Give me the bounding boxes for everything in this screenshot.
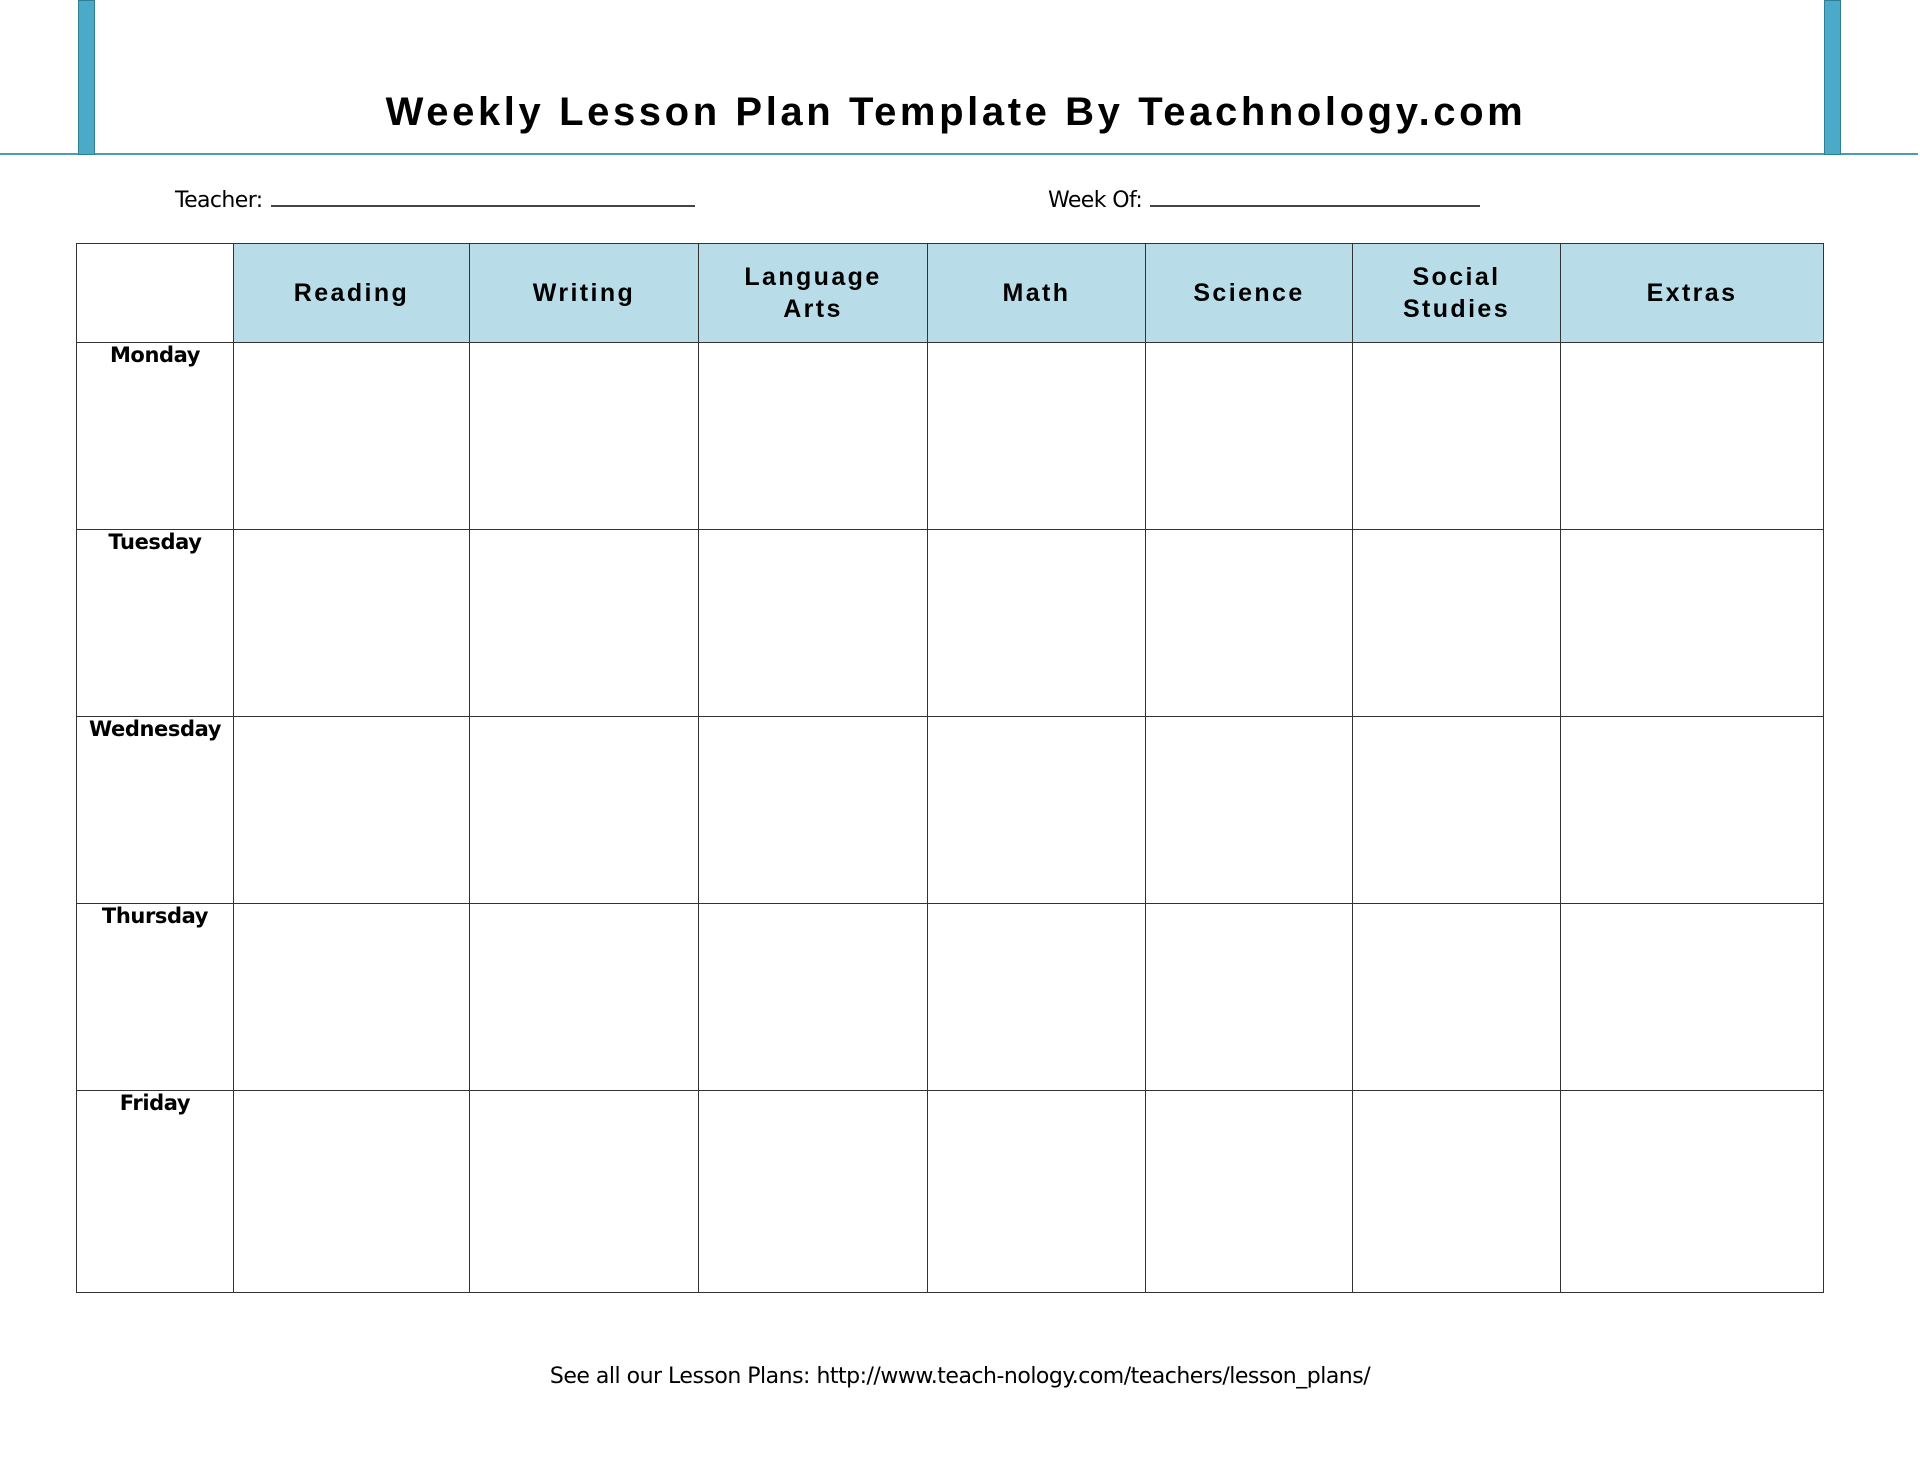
- lesson-cell[interactable]: [1560, 903, 1824, 1091]
- lesson-cell[interactable]: [233, 716, 470, 904]
- lesson-cell[interactable]: [1352, 716, 1561, 904]
- lesson-cell[interactable]: [698, 903, 928, 1091]
- lesson-cell[interactable]: [698, 1090, 928, 1293]
- lesson-cell[interactable]: [1352, 903, 1561, 1091]
- lesson-cell[interactable]: [469, 903, 699, 1091]
- day-label: Wednesday: [76, 716, 234, 904]
- lesson-cell[interactable]: [233, 529, 470, 717]
- lesson-cell[interactable]: [1352, 342, 1561, 530]
- lesson-cell[interactable]: [469, 529, 699, 717]
- lesson-cell[interactable]: [698, 716, 928, 904]
- lesson-cell[interactable]: [1560, 716, 1824, 904]
- day-label: Thursday: [76, 903, 234, 1091]
- footer-note: See all our Lesson Plans: http://www.tea…: [0, 1364, 1920, 1389]
- day-label: Tuesday: [76, 529, 234, 717]
- day-row-friday: Friday: [76, 1090, 1824, 1293]
- lesson-cell[interactable]: [1145, 716, 1353, 904]
- lesson-cell[interactable]: [1560, 1090, 1824, 1293]
- teacher-input-line[interactable]: [270, 183, 695, 207]
- column-header-social-studies: Social Studies: [1352, 243, 1561, 343]
- lesson-cell[interactable]: [1145, 903, 1353, 1091]
- footer-text: See all our Lesson Plans: http://www.tea…: [549, 1364, 1371, 1389]
- lesson-cell[interactable]: [233, 342, 470, 530]
- page-title: Weekly Lesson Plan Template By Teachnolo…: [0, 88, 1920, 136]
- column-header-math: Math: [927, 243, 1146, 343]
- lesson-plan-table: Reading Writing Language Arts Math Science Soc…: [76, 243, 1824, 1293]
- lesson-cell[interactable]: [927, 903, 1146, 1091]
- lesson-cell[interactable]: [1560, 529, 1824, 717]
- lesson-cell[interactable]: [1145, 529, 1353, 717]
- lesson-cell[interactable]: [927, 716, 1146, 904]
- column-header-extras: Extras: [1560, 243, 1824, 343]
- lesson-cell[interactable]: [698, 529, 928, 717]
- lesson-cell[interactable]: [698, 342, 928, 530]
- day-row-wednesday: Wednesday: [76, 716, 1824, 904]
- week-of-label: Week Of:: [1048, 188, 1143, 213]
- lesson-cell[interactable]: [1352, 1090, 1561, 1293]
- day-row-tuesday: Tuesday: [76, 529, 1824, 717]
- day-label: Friday: [76, 1090, 234, 1293]
- lesson-cell[interactable]: [233, 903, 470, 1091]
- lesson-cell[interactable]: [1352, 529, 1561, 717]
- lesson-cell[interactable]: [233, 1090, 470, 1293]
- header-divider-line: [0, 153, 1918, 155]
- corner-cell: [76, 243, 234, 343]
- lesson-cell[interactable]: [469, 1090, 699, 1293]
- teacher-field: Teacher:: [175, 183, 695, 216]
- column-header-science: Science: [1145, 243, 1353, 343]
- lesson-cell[interactable]: [1145, 1090, 1353, 1293]
- lesson-cell[interactable]: [927, 529, 1146, 717]
- lesson-cell[interactable]: [469, 716, 699, 904]
- column-header-reading: Reading: [233, 243, 470, 343]
- column-header-language-arts: Language Arts: [698, 243, 928, 343]
- day-row-thursday: Thursday: [76, 903, 1824, 1091]
- lesson-cell[interactable]: [927, 1090, 1146, 1293]
- column-header-writing: Writing: [469, 243, 699, 343]
- teacher-label: Teacher:: [175, 188, 263, 213]
- week-of-input-line[interactable]: [1150, 183, 1481, 207]
- header-row: Reading Writing Language Arts Math Science Soc…: [76, 243, 1824, 343]
- lesson-cell[interactable]: [1560, 342, 1824, 530]
- page-title-text: Weekly Lesson Plan Template By Teachnolo…: [385, 90, 1527, 134]
- week-of-field: Week Of:: [1048, 183, 1481, 216]
- lesson-cell[interactable]: [1145, 342, 1353, 530]
- day-row-monday: Monday: [76, 342, 1824, 530]
- day-label: Monday: [76, 342, 234, 530]
- lesson-cell[interactable]: [927, 342, 1146, 530]
- lesson-cell[interactable]: [469, 342, 699, 530]
